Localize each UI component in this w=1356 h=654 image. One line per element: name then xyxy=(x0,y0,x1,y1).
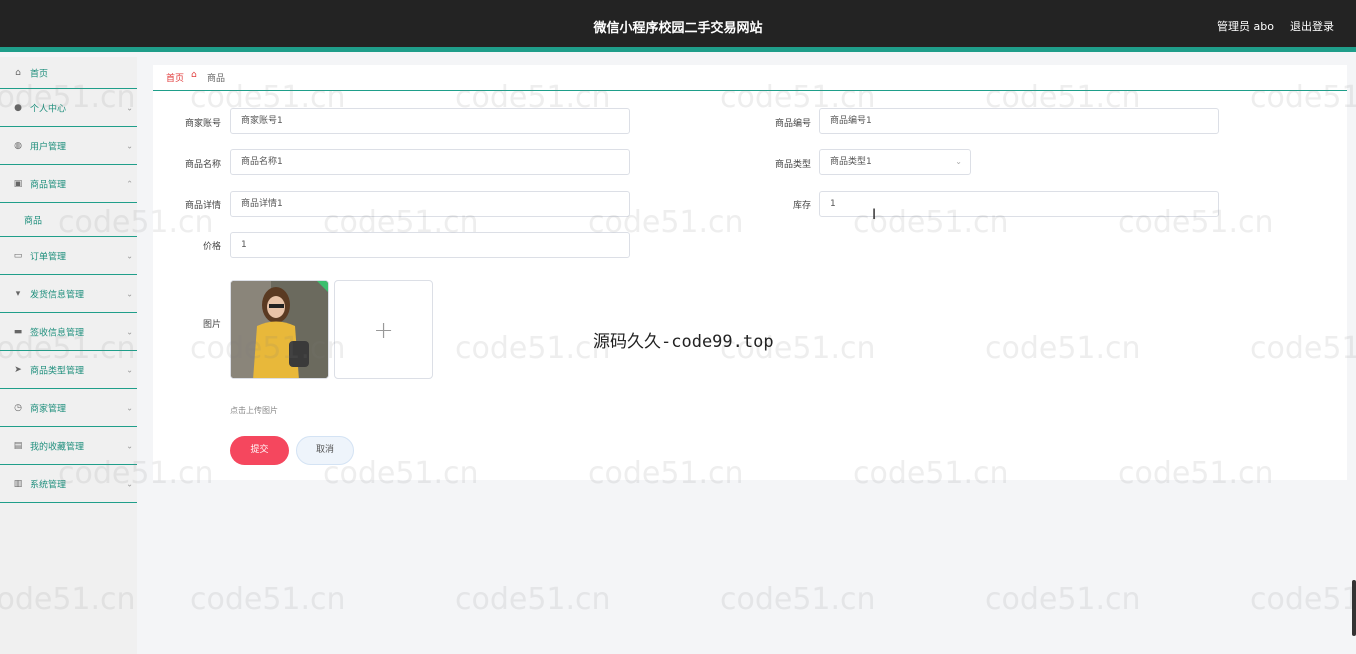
sign-icon: ▬ xyxy=(13,326,23,337)
uploaded-image[interactable] xyxy=(230,280,329,379)
user-icon: ● xyxy=(14,102,22,113)
sidebar-item-label: 商品管理 xyxy=(30,180,67,190)
stock-input[interactable]: 1 xyxy=(819,191,1219,217)
goods-name-label: 商品名称 xyxy=(184,160,221,170)
form-card: 商家账号 商家账号1 商品编号 商品编号1 商品名称 商品名称1 商品类型 商品… xyxy=(153,65,1347,480)
scrollbar[interactable] xyxy=(1352,580,1356,636)
cancel-button[interactable]: 取消 xyxy=(296,436,354,465)
logout-button[interactable]: 退出登录 xyxy=(1290,18,1334,34)
sidebar-subitem-goods[interactable]: 商品 xyxy=(0,203,137,237)
plus-icon: + xyxy=(373,316,394,344)
sidebar-subitem-label: 商品 xyxy=(24,216,43,226)
system-icon: ▥ xyxy=(13,478,23,489)
sidebar-item-label: 个人中心 xyxy=(30,104,67,114)
users-icon: ◍ xyxy=(14,140,22,151)
stock-label: 库存 xyxy=(792,201,811,211)
merchant-account-input[interactable]: 商家账号1 xyxy=(230,108,630,134)
price-input[interactable]: 1 xyxy=(230,232,630,258)
merchant-account-label: 商家账号 xyxy=(184,119,221,129)
sidebar-item-favorites[interactable]: ▤ 我的收藏管理 ⌄ xyxy=(0,427,137,465)
shipping-icon: ▾ xyxy=(15,288,21,299)
chevron-down-icon: ⌄ xyxy=(126,141,133,150)
goods-type-label: 商品类型 xyxy=(774,160,811,170)
breadcrumb: 首页 ⌂ 商品 xyxy=(153,61,1347,91)
order-icon: ▭ xyxy=(13,250,23,261)
goods-name-input[interactable]: 商品名称1 xyxy=(230,149,630,175)
sidebar-item-orders[interactable]: ▭ 订单管理 ⌄ xyxy=(0,237,137,275)
image-label: 图片 xyxy=(202,320,221,330)
chevron-down-icon: ⌄ xyxy=(126,327,133,336)
sidebar-item-label: 订单管理 xyxy=(30,252,67,262)
breadcrumb-home[interactable]: 首页 xyxy=(166,71,184,84)
sidebar-item-goods-type[interactable]: ➤ 商品类型管理 ⌄ xyxy=(0,351,137,389)
submit-button[interactable]: 提交 xyxy=(230,436,289,465)
sidebar-item-users[interactable]: ◍ 用户管理 ⌄ xyxy=(0,127,137,165)
home-icon: ⌂ xyxy=(15,67,21,78)
text-cursor-icon: I xyxy=(872,207,877,223)
sidebar-item-receipt[interactable]: ▬ 签收信息管理 ⌄ xyxy=(0,313,137,351)
site-title: 微信小程序校园二手交易网站 xyxy=(593,21,763,36)
favorite-icon: ▤ xyxy=(13,440,23,451)
sidebar-item-system[interactable]: ▥ 系统管理 ⌄ xyxy=(0,465,137,503)
chevron-down-icon: ⌄ xyxy=(126,251,133,260)
goods-icon: ▣ xyxy=(13,178,23,189)
breadcrumb-current: 商品 xyxy=(207,74,226,84)
chevron-down-icon: ⌄ xyxy=(955,157,962,166)
goods-type-value: 商品类型1 xyxy=(830,157,872,167)
sidebar-item-label: 系统管理 xyxy=(30,480,67,490)
overlay-caption: 源码久久-code99.top xyxy=(593,332,774,352)
send-icon: ➤ xyxy=(14,364,22,375)
goods-detail-input[interactable]: 商品详情1 xyxy=(230,191,630,217)
chevron-down-icon: ⌄ xyxy=(126,403,133,412)
clock-icon: ◷ xyxy=(14,402,22,413)
chevron-down-icon: ⌄ xyxy=(126,441,133,450)
chevron-up-icon: ⌃ xyxy=(126,179,133,188)
top-bar: 微信小程序校园二手交易网站 管理员 abo 退出登录 xyxy=(0,0,1356,52)
sidebar-item-shipping[interactable]: ▾ 发货信息管理 ⌄ xyxy=(0,275,137,313)
sidebar-item-label: 我的收藏管理 xyxy=(30,442,85,452)
sidebar-item-label: 商品类型管理 xyxy=(30,366,85,376)
chevron-down-icon: ⌄ xyxy=(126,289,133,298)
sidebar-item-label: 首页 xyxy=(30,69,49,79)
current-user: 管理员 abo xyxy=(1217,20,1274,33)
sidebar-item-profile[interactable]: ● 个人中心 ⌄ xyxy=(0,89,137,127)
image-upload-button[interactable]: + xyxy=(334,280,433,379)
price-label: 价格 xyxy=(202,242,221,252)
sidebar-item-label: 用户管理 xyxy=(30,142,67,152)
sidebar-item-label: 签收信息管理 xyxy=(30,328,85,338)
sidebar-item-home[interactable]: ⌂ 首页 xyxy=(0,57,137,89)
upload-hint: 点击上传图片 xyxy=(230,406,278,415)
chevron-down-icon: ⌄ xyxy=(126,479,133,488)
main-content: 商家账号 商家账号1 商品编号 商品编号1 商品名称 商品名称1 商品类型 商品… xyxy=(137,57,1356,654)
goods-detail-label: 商品详情 xyxy=(184,201,221,211)
chevron-down-icon: ⌄ xyxy=(126,365,133,374)
goods-no-input[interactable]: 商品编号1 xyxy=(819,108,1219,134)
goods-type-select[interactable]: 商品类型1 ⌄ xyxy=(819,149,971,175)
sidebar-item-goods[interactable]: ▣ 商品管理 ⌃ xyxy=(0,165,137,203)
sidebar-item-merchant[interactable]: ◷ 商家管理 ⌄ xyxy=(0,389,137,427)
home-icon: ⌂ xyxy=(191,70,197,80)
sidebar-item-label: 商家管理 xyxy=(30,404,67,414)
sidebar-item-label: 发货信息管理 xyxy=(30,290,85,300)
goods-no-label: 商品编号 xyxy=(774,119,811,129)
sidebar: ⌂ 首页 ● 个人中心 ⌄ ◍ 用户管理 ⌄ ▣ 商品管理 ⌃ 商品 ▭ 订单管… xyxy=(0,57,137,654)
product-photo xyxy=(231,281,328,378)
chevron-down-icon: ⌄ xyxy=(126,103,133,112)
